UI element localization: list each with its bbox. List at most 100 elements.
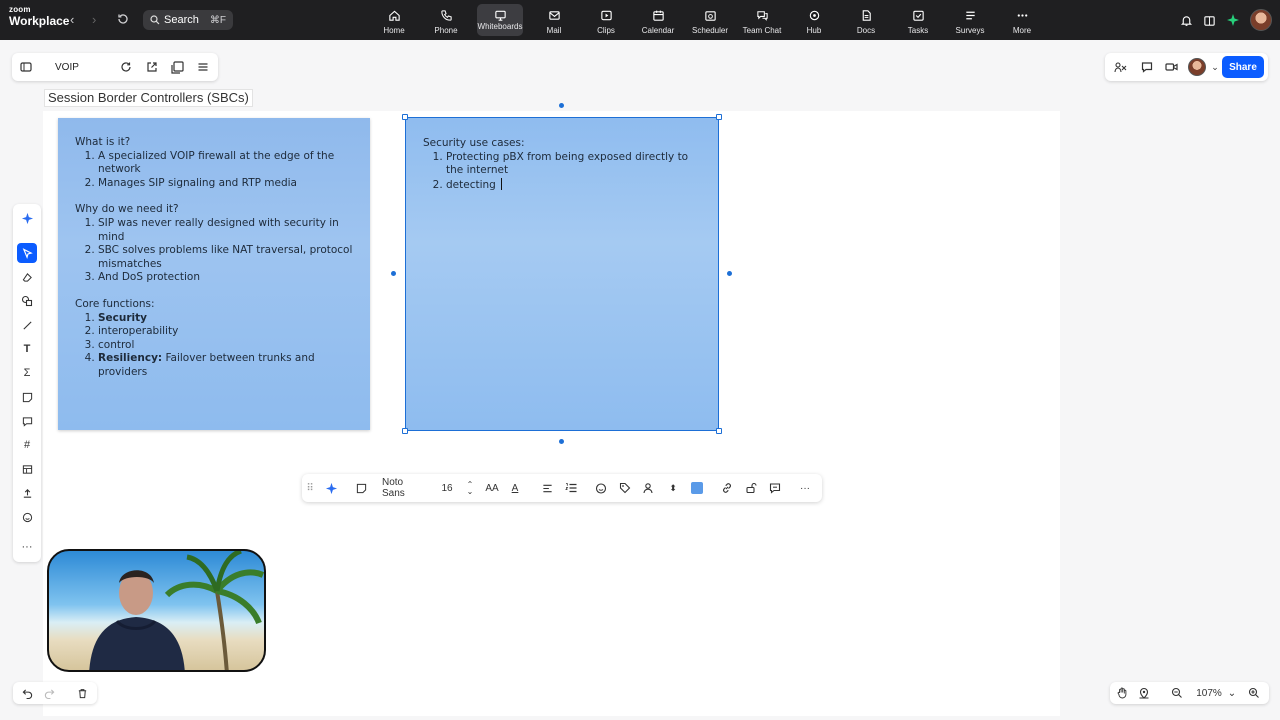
menu-icon[interactable] (195, 59, 211, 75)
app-switcher: Home Phone Whiteboards Mail Clips Calend… (368, 0, 1048, 40)
ai-sparkle-icon[interactable] (323, 480, 339, 496)
numbered-list-icon[interactable] (564, 480, 578, 496)
sidebar-toggle-icon[interactable] (18, 59, 34, 75)
app-clips[interactable]: Clips (580, 0, 632, 40)
app-calendar[interactable]: Calendar (632, 0, 684, 40)
share-button[interactable]: Share (1222, 56, 1264, 78)
app-more[interactable]: More (996, 0, 1048, 40)
search-box[interactable]: Search ⌘F (143, 10, 233, 30)
resize-handle-right[interactable] (727, 271, 732, 276)
user-avatar[interactable] (1250, 9, 1272, 31)
list-item-bold: Resiliency: (98, 352, 163, 365)
font-size-stepper-icon[interactable]: ⌃ ⌄ (465, 480, 475, 496)
undo-icon[interactable] (19, 685, 35, 701)
app-docs[interactable]: Docs (840, 0, 892, 40)
comment-icon[interactable] (1139, 59, 1155, 75)
calendar-window-icon[interactable] (1203, 14, 1216, 27)
unlock-icon[interactable] (744, 480, 758, 496)
self-video-tile[interactable] (47, 549, 266, 672)
sticky-note-type-icon[interactable] (353, 480, 369, 496)
frame-title[interactable]: Session Border Controllers (SBCs) (44, 89, 253, 107)
clips-icon (600, 10, 612, 20)
resize-handle-bottom[interactable] (559, 439, 564, 444)
select-tool-icon[interactable] (17, 243, 37, 263)
app-scheduler[interactable]: Scheduler (684, 0, 736, 40)
corner-handle-bottom-right[interactable] (716, 428, 722, 434)
zoom-in-icon[interactable] (1246, 685, 1262, 701)
comment-icon[interactable] (768, 480, 782, 496)
tag-icon[interactable] (618, 480, 632, 496)
emoji-icon[interactable] (17, 507, 37, 527)
sticky-note-security-use-cases[interactable]: Security use cases: Protecting pBX from … (405, 117, 719, 431)
formula-icon[interactable]: Σ (17, 363, 37, 383)
list-item-editing[interactable]: detecting (446, 177, 701, 193)
link-icon[interactable] (720, 480, 734, 496)
sticky-note-sbc-overview[interactable]: What is it? A specialized VOIP firewall … (58, 118, 370, 430)
app-tasks[interactable]: Tasks (892, 0, 944, 40)
text-color-icon[interactable]: A (508, 480, 522, 496)
app-label: Home (383, 26, 405, 35)
corner-handle-top-right[interactable] (716, 114, 722, 120)
shapes-icon[interactable] (17, 291, 37, 311)
map-pin-icon[interactable] (1136, 685, 1152, 701)
app-home[interactable]: Home (368, 0, 420, 40)
owner-avatar[interactable] (1187, 57, 1207, 77)
back-arrow-icon[interactable]: ‹ (70, 12, 74, 27)
add-reaction-icon[interactable] (594, 480, 608, 496)
history-icon[interactable] (116, 12, 132, 28)
comment-tool-icon[interactable] (17, 411, 37, 431)
corner-handle-top-left[interactable] (402, 114, 408, 120)
bell-icon[interactable] (1180, 14, 1193, 27)
forward-arrow-icon[interactable]: › (92, 12, 96, 27)
refresh-icon[interactable] (118, 59, 134, 75)
ai-companion-icon[interactable] (17, 208, 37, 228)
fill-color-swatch[interactable] (690, 480, 704, 496)
pan-hand-icon[interactable] (1114, 685, 1130, 701)
corner-handle-bottom-left[interactable] (402, 428, 408, 434)
app-label: Surveys (955, 26, 985, 35)
line-tool-icon[interactable] (17, 315, 37, 335)
list-item: Protecting pBX from being exposed direct… (446, 151, 701, 178)
app-team-chat[interactable]: Team Chat (736, 0, 788, 40)
frame-tool-icon[interactable]: # (17, 435, 37, 455)
eraser-icon[interactable] (17, 267, 37, 287)
resize-handle-left[interactable] (391, 271, 396, 276)
drag-handle-icon[interactable]: ⠿ (305, 480, 315, 496)
table-icon[interactable] (17, 459, 37, 479)
text-tool-icon[interactable]: T (17, 339, 37, 359)
list-item: Resiliency: Failover between trunks and … (98, 352, 353, 379)
align-left-icon[interactable] (540, 480, 554, 496)
text-case-icon[interactable]: AA (484, 480, 500, 496)
more-options-icon[interactable]: ··· (798, 480, 812, 496)
templates-icon[interactable] (169, 59, 185, 75)
more-tools-icon[interactable]: ··· (17, 537, 37, 557)
app-hub[interactable]: Hub (788, 0, 840, 40)
team-chat-icon (756, 10, 768, 21)
trash-icon[interactable] (74, 685, 90, 701)
redo-icon[interactable] (41, 685, 57, 701)
zoom-dropdown-chevron-icon[interactable]: ⌄ (1226, 685, 1238, 701)
app-phone[interactable]: Phone (420, 0, 472, 40)
font-size-value[interactable]: 16 (439, 480, 455, 496)
video-camera-icon[interactable] (1163, 59, 1179, 75)
layer-order-icon[interactable]: ⬍ (668, 480, 678, 496)
collaborators-icon[interactable] (1112, 59, 1128, 75)
zoom-workplace-logo[interactable]: zoom Workplace (9, 6, 69, 28)
list-item-text: interoperability (98, 325, 179, 338)
chevron-down-icon[interactable]: ⌄ (1207, 59, 1223, 75)
board-title[interactable]: VOIP (55, 62, 79, 73)
app-surveys[interactable]: Surveys (944, 0, 996, 40)
upload-icon[interactable] (17, 483, 37, 503)
sticky-note-icon[interactable] (17, 387, 37, 407)
note-section: Why do we need it? SIP was never really … (75, 203, 353, 285)
assign-user-icon[interactable] (642, 480, 656, 496)
ai-sparkle-icon[interactable] (1226, 13, 1240, 27)
text-caret (501, 177, 503, 190)
font-family-select[interactable]: Noto Sans (382, 477, 428, 499)
app-whiteboards[interactable]: Whiteboards (472, 0, 528, 40)
rotate-handle[interactable] (559, 103, 564, 108)
app-mail[interactable]: Mail (528, 0, 580, 40)
open-external-icon[interactable] (144, 59, 160, 75)
zoom-level[interactable]: 107% (1194, 685, 1224, 701)
zoom-out-icon[interactable] (1169, 685, 1185, 701)
